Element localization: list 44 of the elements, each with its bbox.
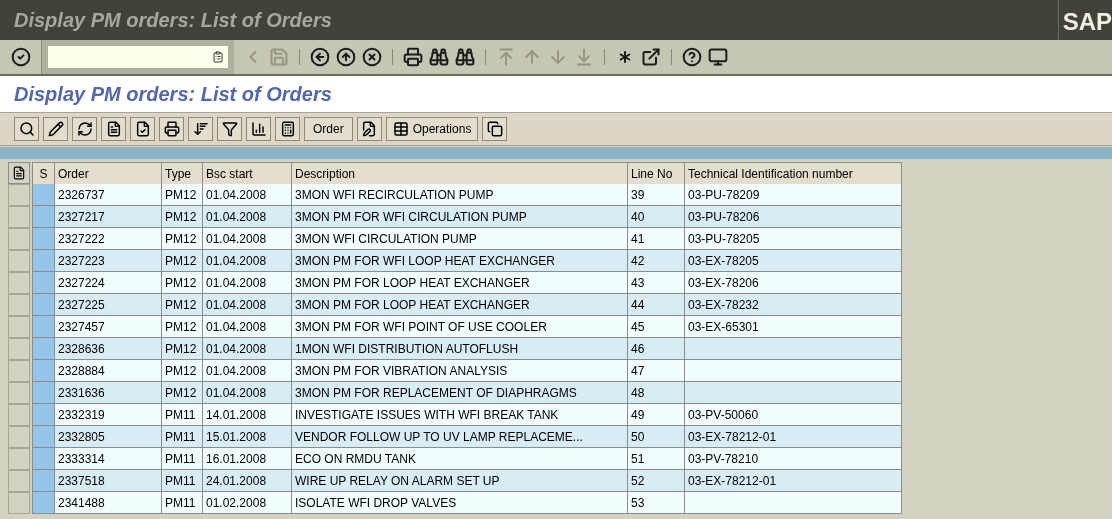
check-icon[interactable]: [9, 46, 32, 68]
window-title: Display PM orders: List of Orders: [14, 8, 332, 33]
details-button[interactable]: [14, 117, 39, 141]
print-icon[interactable]: [402, 46, 424, 68]
calculator-button[interactable]: [275, 117, 300, 141]
binoculars-icon[interactable]: [428, 46, 450, 68]
filter-button[interactable]: [217, 117, 242, 141]
calculator-icon: [279, 121, 296, 137]
refresh-icon: [76, 121, 93, 137]
copy-button[interactable]: [482, 117, 508, 141]
grid-icon: [392, 121, 409, 137]
binoculars-plus-icon[interactable]: [454, 46, 476, 68]
copy-icon: [486, 121, 503, 137]
table-cell: 2341488: [55, 492, 162, 514]
pencil-icon: [47, 121, 64, 137]
filter-icon: [221, 121, 238, 137]
document-edit-button[interactable]: [356, 117, 382, 141]
document-icon: [105, 121, 122, 137]
operations-button[interactable]: Operations: [385, 117, 479, 141]
screen-title: Display PM orders: List of Orders: [14, 82, 332, 107]
table-cell: 53: [628, 492, 685, 514]
shortcut-icon[interactable]: [640, 46, 662, 68]
document-edit-icon: [361, 121, 378, 137]
chart-icon: [250, 121, 267, 137]
command-field[interactable]: [48, 46, 228, 68]
table-cell: 01.02.2008: [203, 492, 292, 514]
print-icon: [163, 121, 180, 137]
layout-button[interactable]: [8, 162, 30, 184]
cancel-icon[interactable]: [361, 46, 383, 68]
details-icon: [18, 121, 35, 137]
table-cell: PM11: [162, 492, 203, 514]
help-icon[interactable]: [681, 46, 703, 68]
chart-button[interactable]: [246, 117, 271, 141]
up-arrow-icon[interactable]: [335, 46, 357, 68]
refresh-button[interactable]: [72, 117, 97, 141]
sort-button[interactable]: [188, 117, 213, 141]
document-button[interactable]: [101, 117, 126, 141]
document-icon: [12, 166, 26, 180]
back-icon[interactable]: [309, 46, 331, 68]
print-button[interactable]: [159, 117, 184, 141]
sort-icon: [192, 121, 209, 137]
pencil-button[interactable]: [43, 117, 68, 141]
order-button[interactable]: Order: [304, 117, 353, 141]
table-cell: ISOLATE WFI DROP VALVES: [292, 492, 628, 514]
